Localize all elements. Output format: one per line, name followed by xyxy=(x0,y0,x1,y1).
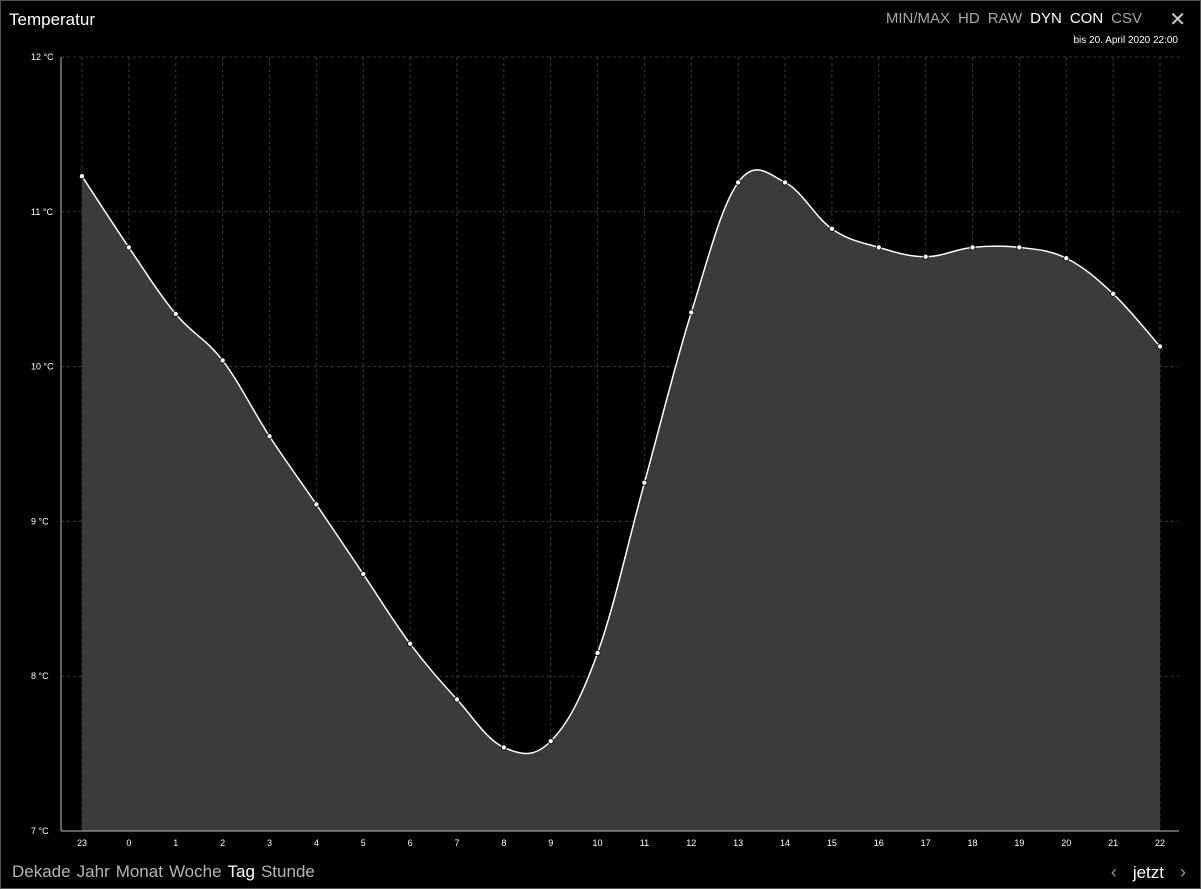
data-point xyxy=(828,225,835,232)
y-tick-label: 10 °C xyxy=(31,362,54,372)
data-point xyxy=(547,738,554,745)
data-point xyxy=(735,179,742,186)
x-tick-label: 4 xyxy=(314,838,319,848)
x-tick-label: 23 xyxy=(77,838,87,848)
x-tick-label: 8 xyxy=(501,838,506,848)
x-tick-label: 11 xyxy=(640,838,649,848)
x-tick-label: 19 xyxy=(1014,838,1024,848)
y-tick-label: 7 °C xyxy=(31,826,49,836)
data-point xyxy=(1110,290,1117,297)
data-point xyxy=(969,244,976,251)
temperature-chart: 7 °C8 °C9 °C10 °C11 °C12 °C 23 0 1 2 3 4 5 6 7 8 9… xyxy=(31,52,1179,848)
x-tick-label: 3 xyxy=(267,838,272,848)
y-tick-labels: 7 °C 8 °C 9 °C 10 °C 11 °C 12 °C xyxy=(31,52,54,836)
data-point xyxy=(1063,255,1070,262)
x-tick-label: 16 xyxy=(874,838,884,848)
x-tick-labels: 23 0 1 2 3 4 5 6 7 8 9 10 11 12 13 14 15 16 17 18 19 20 21 22 xyxy=(77,838,1165,848)
x-tick-label: 21 xyxy=(1108,838,1118,848)
y-tick-label: 11 °C xyxy=(31,207,53,217)
chevron-right-icon[interactable]: › xyxy=(1180,862,1186,883)
x-tick-label: 9 xyxy=(548,838,553,848)
x-tick-label: 14 xyxy=(780,838,790,848)
y-tick-label: 9 °C xyxy=(31,516,49,526)
x-tick-label: 15 xyxy=(827,838,837,848)
data-point xyxy=(875,244,882,251)
period-monat-button[interactable]: Monat xyxy=(116,862,163,882)
data-point xyxy=(266,433,273,440)
y-tick-label: 12 °C xyxy=(31,52,54,62)
x-tick-label: 2 xyxy=(220,838,225,848)
chevron-left-icon[interactable]: ‹ xyxy=(1111,862,1117,883)
x-tick-label: 5 xyxy=(361,838,366,848)
x-tick-label: 7 xyxy=(454,838,459,848)
pager: ‹ jetzt › xyxy=(1111,862,1186,883)
period-jahr-button[interactable]: Jahr xyxy=(77,862,110,882)
x-tick-label: 22 xyxy=(1155,838,1165,848)
data-point xyxy=(782,179,789,186)
x-tick-label: 13 xyxy=(733,838,743,848)
x-tick-label: 1 xyxy=(173,838,178,848)
data-point xyxy=(453,696,460,703)
data-point xyxy=(360,571,367,578)
data-point xyxy=(172,310,179,317)
period-stunde-button[interactable]: Stunde xyxy=(261,862,315,882)
period-nav: Dekade Jahr Monat Woche Tag Stunde xyxy=(12,862,315,882)
data-point xyxy=(219,357,226,364)
x-tick-label: 6 xyxy=(408,838,413,848)
x-tick-label: 12 xyxy=(686,838,696,848)
period-woche-button[interactable]: Woche xyxy=(169,862,222,882)
period-tag-button[interactable]: Tag xyxy=(228,862,255,882)
x-tick-label: 10 xyxy=(593,838,603,848)
period-dekade-button[interactable]: Dekade xyxy=(12,862,71,882)
data-point xyxy=(688,309,695,316)
data-point xyxy=(79,173,86,180)
data-point xyxy=(500,744,507,751)
data-point xyxy=(313,501,320,508)
data-point xyxy=(407,640,414,647)
data-point xyxy=(594,649,601,656)
x-tick-label: 18 xyxy=(968,838,978,848)
data-point xyxy=(922,253,929,260)
x-tick-label: 17 xyxy=(921,838,931,848)
data-point xyxy=(125,244,132,251)
chart-window: Temperatur MIN/MAX HD RAW DYN CON CSV ✕ … xyxy=(0,0,1201,889)
data-point xyxy=(641,479,648,486)
area-fill xyxy=(82,169,1161,832)
now-button[interactable]: jetzt xyxy=(1133,863,1164,883)
y-tick-label: 8 °C xyxy=(31,671,49,681)
x-tick-label: 0 xyxy=(126,838,131,848)
data-point xyxy=(1157,343,1164,350)
data-point xyxy=(1016,244,1023,251)
x-tick-label: 20 xyxy=(1061,838,1071,848)
